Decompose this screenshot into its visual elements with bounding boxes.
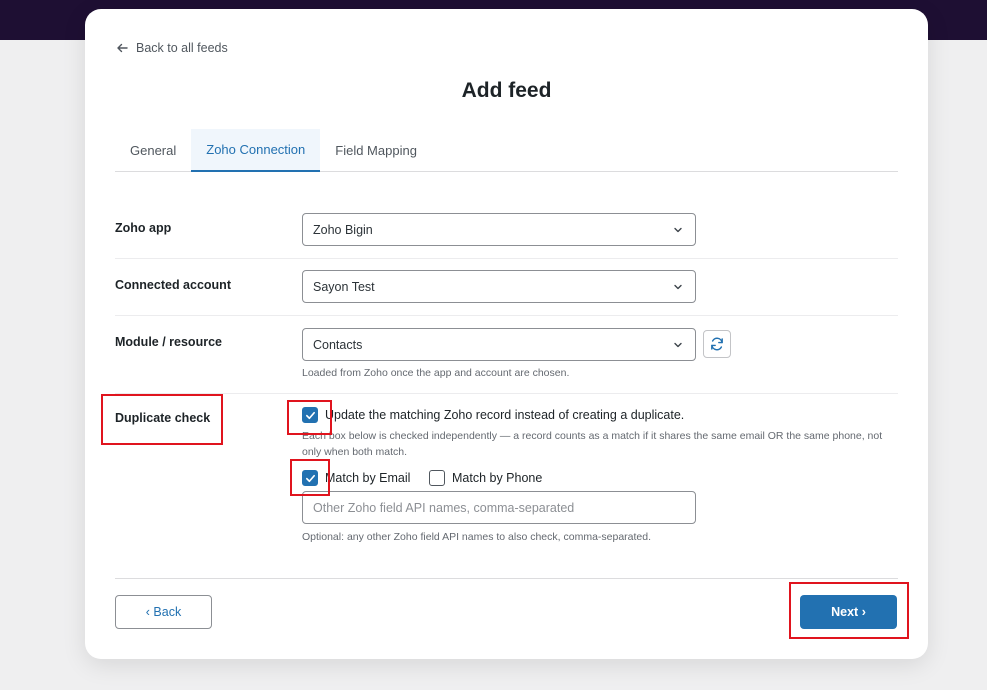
connected-account-value: Sayon Test bbox=[313, 279, 375, 294]
match-by-phone-checkbox[interactable] bbox=[429, 470, 445, 486]
update-matching-record-checkbox[interactable] bbox=[302, 407, 318, 423]
back-link-label: Back to all feeds bbox=[136, 41, 228, 55]
module-resource-select[interactable]: Contacts bbox=[302, 328, 696, 361]
tab-bar: General Zoho Connection Field Mapping bbox=[115, 129, 898, 172]
add-feed-card: Back to all feeds Add feed General Zoho … bbox=[85, 9, 928, 659]
match-by-email-label: Match by Email bbox=[325, 471, 411, 485]
chevron-down-icon bbox=[674, 342, 682, 348]
zoho-app-select[interactable]: Zoho Bigin bbox=[302, 213, 696, 246]
other-zoho-fields-input[interactable] bbox=[302, 491, 696, 524]
match-by-email-checkbox[interactable] bbox=[302, 470, 318, 486]
chevron-down-icon bbox=[674, 227, 682, 233]
chevron-down-icon bbox=[674, 284, 682, 290]
row-divider bbox=[115, 258, 898, 259]
zoho-app-value: Zoho Bigin bbox=[313, 222, 373, 237]
other-fields-hint: Optional: any other Zoho field API names… bbox=[302, 531, 652, 543]
tab-zoho-connection[interactable]: Zoho Connection bbox=[191, 129, 321, 172]
refresh-icon bbox=[711, 337, 723, 351]
row-divider bbox=[115, 393, 898, 394]
checkmark-icon bbox=[305, 474, 315, 482]
module-resource-value: Contacts bbox=[313, 337, 363, 352]
tab-general[interactable]: General bbox=[115, 129, 191, 171]
update-matching-record-label: Update the matching Zoho record instead … bbox=[325, 408, 685, 422]
page-title: Add feed bbox=[461, 79, 552, 102]
back-button[interactable]: ‹ Back bbox=[115, 595, 212, 629]
arrow-left-icon bbox=[117, 43, 128, 53]
next-button[interactable]: Next › bbox=[800, 595, 897, 629]
row-divider bbox=[115, 315, 898, 316]
module-hint: Loaded from Zoho once the app and accoun… bbox=[302, 367, 570, 379]
tab-field-mapping[interactable]: Field Mapping bbox=[320, 129, 432, 171]
back-to-all-feeds-link[interactable]: Back to all feeds bbox=[116, 40, 228, 56]
connected-account-select[interactable]: Sayon Test bbox=[302, 270, 696, 303]
module-resource-label: Module / resource bbox=[115, 335, 222, 349]
footer-divider bbox=[115, 578, 898, 579]
connected-account-label: Connected account bbox=[115, 278, 231, 292]
checkmark-icon bbox=[305, 411, 315, 419]
duplicate-check-description: Each box below is checked independently … bbox=[302, 430, 883, 458]
duplicate-check-label: Duplicate check bbox=[115, 411, 211, 425]
zoho-app-label: Zoho app bbox=[115, 221, 172, 235]
match-by-phone-label: Match by Phone bbox=[452, 471, 543, 485]
refresh-modules-button[interactable] bbox=[703, 330, 731, 358]
